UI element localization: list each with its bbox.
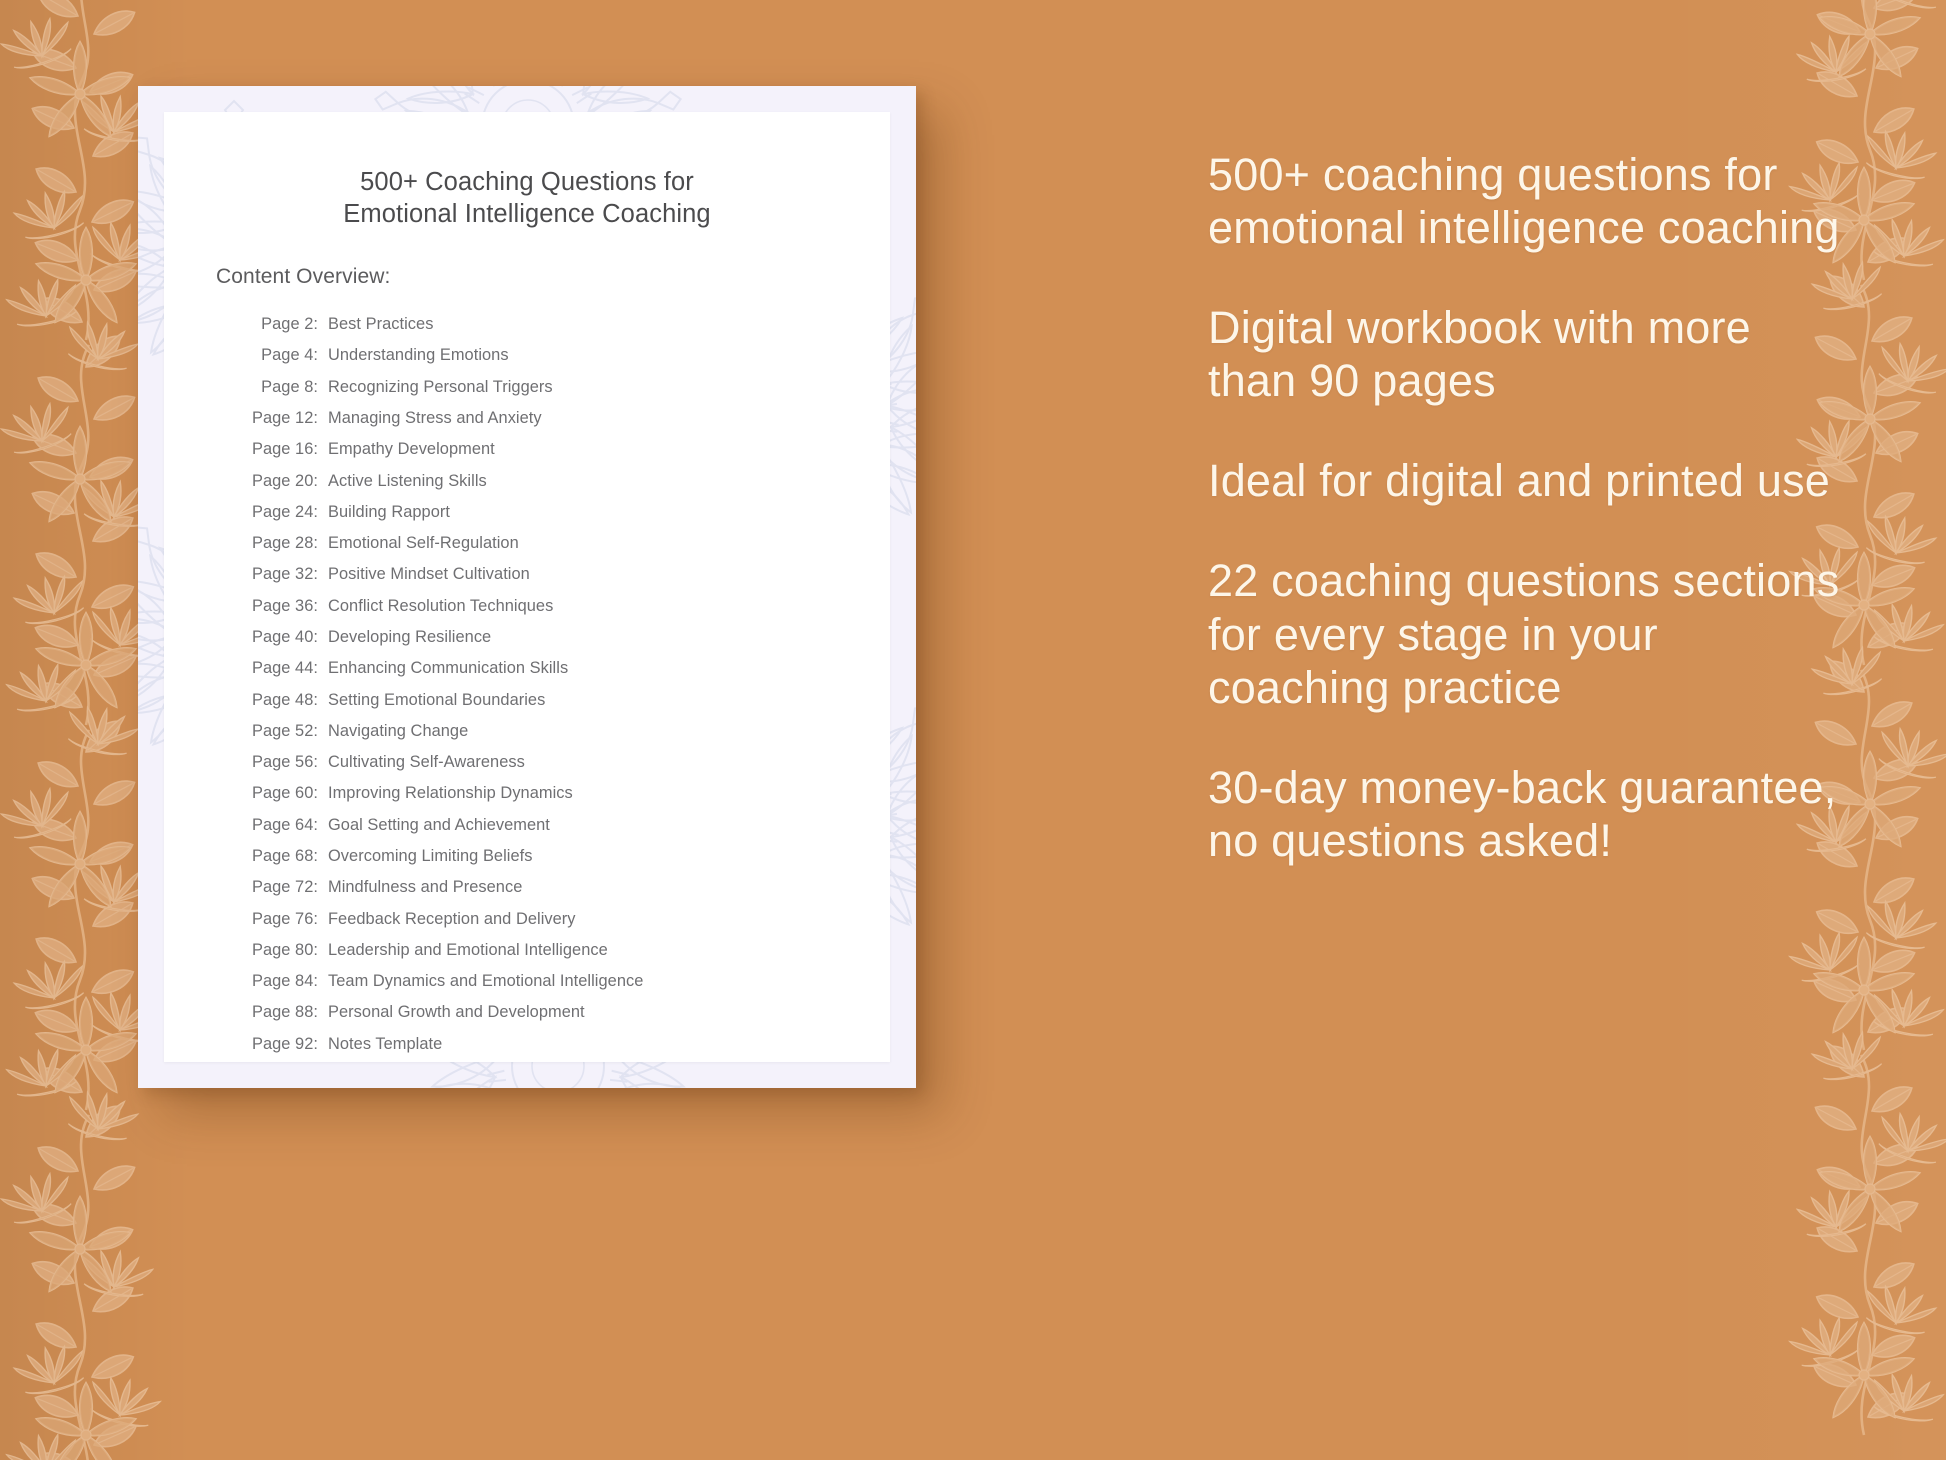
table-of-contents-row: Page 92: Notes Template [240, 1028, 890, 1059]
toc-page-number: Page 52: [251, 721, 318, 740]
toc-page-number: Page 36: [251, 596, 318, 615]
toc-section-title: Positive Mindset Cultivation [328, 565, 530, 584]
toc-page-number: Page 92: [251, 1034, 318, 1053]
toc-page-number: Page 84: [251, 972, 318, 991]
promo-benefit-text: 22 coaching questions sections for every… [1208, 555, 1840, 713]
promo-graphic-canvas: 500+ Coaching Questions for Emotional In… [0, 0, 1946, 1460]
table-of-contents-row: Page 56: Cultivating Self-Awareness [240, 747, 890, 778]
table-of-contents-row: Page 68: Overcoming Limiting Beliefs [240, 841, 890, 872]
toc-page-number: Page 48: [251, 690, 318, 709]
table-of-contents-row: Page 28: Emotional Self-Regulation [240, 528, 890, 559]
toc-section-title: Emotional Self-Regulation [328, 534, 519, 553]
toc-page-number: Page 20: [251, 471, 318, 490]
table-of-contents-row: Page 80: Leadership and Emotional Intelli… [240, 934, 890, 965]
table-of-contents-row: Page 16: Empathy Development [240, 434, 890, 465]
table-of-contents-row: Page 60: Improving Relationship Dynamics [240, 778, 890, 809]
table-of-contents-row: Page 44: Enhancing Communication Skills [240, 653, 890, 684]
toc-page-number: Page 24: [251, 502, 318, 521]
table-of-contents-row: Page 48: Setting Emotional Boundaries [240, 684, 890, 715]
toc-section-title: Team Dynamics and Emotional Intelligence [328, 972, 644, 991]
toc-section-title: Mindfulness and Presence [328, 878, 523, 897]
toc-page-number: Page 40: [251, 628, 318, 646]
promo-benefit-text: Digital workbook with more than 90 pages [1208, 302, 1751, 407]
table-of-contents-row: Page 64: Goal Setting and Achievement [240, 809, 890, 840]
toc-page-number: Page 60: [251, 784, 318, 803]
content-overview-label: Content Overview: [216, 264, 391, 288]
table-of-contents-row: Page 36: Conflict Resolution Techniques [240, 590, 890, 621]
table-of-contents-row: Page 4: Understanding Emotions [240, 340, 890, 371]
toc-page-number: Page 32: [251, 565, 318, 584]
toc-page-number: Page 88: [251, 1003, 318, 1022]
toc-section-title: Overcoming Limiting Beliefs [328, 846, 533, 865]
toc-section-title: Navigating Change [328, 721, 469, 740]
toc-section-title: Cultivating Self-Awareness [328, 753, 525, 772]
document-title-line-2: Emotional Intelligence Coaching [343, 200, 711, 229]
toc-section-title: Active Listening Skills [328, 471, 487, 490]
toc-section-title: Best Practices [328, 315, 434, 334]
table-of-contents-row: Page 84: Team Dynamics and Emotional Inte… [240, 966, 890, 997]
table-of-contents-row: Page 8: Recognizing Personal Triggers [240, 371, 890, 402]
toc-section-title: Conflict Resolution Techniques [328, 596, 554, 615]
toc-section-title: Feedback Reception and Delivery [328, 909, 576, 928]
toc-page-number: Page 56: [251, 753, 318, 772]
toc-section-title: Setting Emotional Boundaries [328, 690, 546, 709]
toc-section-title: Understanding Emotions [328, 346, 509, 365]
table-of-contents-row: Page 88: Personal Growth and Development [240, 997, 890, 1028]
table-of-contents-row: Page 20: Active Listening Skills [240, 465, 890, 496]
toc-page-number: Page 12: [251, 409, 318, 428]
toc-page-number: Page 8: [261, 377, 318, 396]
document-title-line-1: 500+ Coaching Questions for [360, 168, 694, 196]
table-of-contents-row: Page 32: Positive Mindset Cultivation [240, 559, 890, 590]
table-of-contents-row: Page 2: Best Practices [240, 309, 890, 340]
promo-copy-column: 500+ coaching questions for emotional in… [1208, 148, 1848, 867]
promo-benefit-text: 500+ coaching questions for emotional in… [1208, 149, 1840, 254]
table-of-contents-row: Page 40: Developing Resilience [240, 622, 890, 653]
promo-benefit-text: 30-day money-back guarantee, no question… [1208, 761, 1837, 866]
toc-section-title: Improving Relationship Dynamics [328, 784, 573, 803]
document-title: 500+ Coaching Questions for Emotional In… [164, 112, 890, 231]
toc-page-number: Page 80: [251, 940, 318, 959]
table-of-contents-row: Page 24: Building Rapport [240, 496, 890, 527]
toc-section-title: Empathy Development [328, 440, 495, 459]
promo-benefit-text: Ideal for digital and printed use [1208, 455, 1831, 507]
toc-section-title: Leadership and Emotional Intelligence [328, 940, 608, 959]
toc-section-title: Developing Resilience [328, 628, 492, 646]
toc-section-title: Personal Growth and Development [328, 1003, 585, 1022]
toc-section-title: Enhancing Communication Skills [328, 659, 569, 678]
toc-page-number: Page 68: [251, 846, 318, 865]
toc-section-title: Goal Setting and Achievement [328, 815, 550, 834]
toc-page-number: Page 28: [251, 534, 318, 553]
toc-page-number: Page 2: [261, 315, 318, 334]
toc-section-title: Managing Stress and Anxiety [328, 409, 542, 428]
document-preview-card: 500+ Coaching Questions for Emotional In… [138, 86, 916, 1088]
toc-section-title: Notes Template [328, 1034, 443, 1053]
table-of-contents-row: Page 72: Mindfulness and Presence [240, 872, 890, 903]
toc-page-number: Page 4: [261, 346, 318, 365]
toc-page-number: Page 72: [251, 878, 318, 897]
table-of-contents-row: Page 76: Feedback Reception and Delivery [240, 903, 890, 934]
toc-page-number: Page 76: [251, 909, 318, 928]
toc-page-number: Page 16: [251, 440, 318, 459]
toc-page-number: Page 64: [251, 815, 318, 834]
table-of-contents-row: Page 12: Managing Stress and Anxiety [240, 403, 890, 434]
table-of-contents-list: Page 2: Best Practices Page 4: Understandin… [164, 289, 890, 1060]
document-page: 500+ Coaching Questions for Emotional In… [164, 112, 890, 1062]
toc-page-number: Page 44: [251, 659, 318, 678]
table-of-contents-row: Page 52: Navigating Change [240, 715, 890, 746]
toc-section-title: Recognizing Personal Triggers [328, 377, 553, 396]
toc-section-title: Building Rapport [328, 502, 450, 521]
